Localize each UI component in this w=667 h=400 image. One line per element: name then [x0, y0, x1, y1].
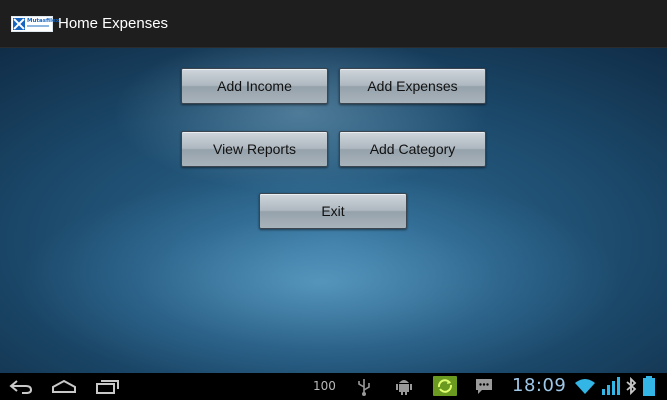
bluetooth-icon	[626, 376, 637, 396]
back-icon[interactable]	[8, 379, 34, 395]
view-reports-button[interactable]: View Reports	[181, 131, 328, 167]
action-bar: Mutasfilex Home Expenses	[0, 0, 667, 48]
app-logo: Mutasfilex	[11, 15, 59, 32]
home-icon[interactable]	[51, 379, 77, 395]
logo-mark-icon	[13, 17, 25, 30]
recent-apps-icon[interactable]	[94, 379, 120, 395]
system-bar: 100 18:09	[0, 373, 667, 400]
sync-icon	[433, 376, 457, 396]
exit-button[interactable]: Exit	[259, 193, 407, 229]
message-icon	[476, 379, 492, 394]
usb-icon	[358, 379, 370, 396]
battery-icon	[643, 376, 655, 396]
app-title: Home Expenses	[58, 15, 169, 32]
wifi-icon	[575, 379, 595, 394]
main-content: Add Income Add Expenses View Reports Add…	[0, 48, 667, 373]
battery-percentage: 100	[313, 379, 336, 393]
app-screen: Mutasfilex Home Expenses Add Income Add …	[0, 0, 667, 400]
add-category-button[interactable]: Add Category	[339, 131, 486, 167]
add-expenses-button[interactable]: Add Expenses	[339, 68, 486, 104]
android-debug-icon	[396, 380, 412, 395]
logo-text: Mutasfilex	[27, 17, 60, 24]
signal-icon	[602, 377, 620, 395]
add-income-button[interactable]: Add Income	[181, 68, 328, 104]
clock: 18:09	[512, 375, 567, 396]
